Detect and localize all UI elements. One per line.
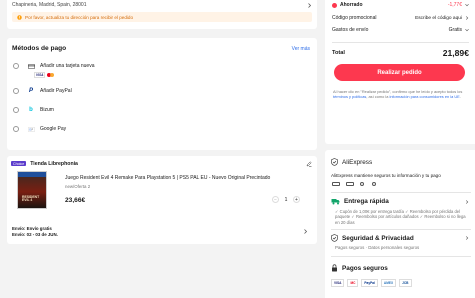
mastercard-icon <box>47 73 55 77</box>
chevron-right-icon[interactable] <box>302 228 308 234</box>
promo-placeholder[interactable]: Escribe el código aqui <box>415 16 462 21</box>
lock-icon <box>331 264 338 272</box>
place-order-button[interactable]: Realizar pedido <box>334 64 465 81</box>
promo-code-field[interactable]: Escribe el código aqui <box>415 16 469 21</box>
product-price: 23,66€ <box>65 197 86 204</box>
store-name[interactable]: Tienda Librephonia <box>30 161 78 167</box>
radio-button[interactable] <box>13 126 19 132</box>
payment-title: Métodos de pago <box>12 45 67 52</box>
promo-label: Código promocional <box>332 15 377 21</box>
payment-option-label: Google Pay <box>40 126 67 132</box>
quantity-stepper[interactable]: − 1 + <box>272 196 300 203</box>
chevron-down-icon[interactable] <box>464 28 469 33</box>
visa-logo: VISA <box>34 72 46 78</box>
plus-button[interactable]: + <box>293 196 300 203</box>
paypal-icon: P <box>28 88 33 94</box>
payment-badge: AMEX <box>380 279 397 287</box>
divider <box>331 229 471 230</box>
payment-badges: VISA MC PayPal AMEX JCB <box>331 279 412 287</box>
shipping-cost-value: Gratis <box>448 27 462 33</box>
security-title: Seguridad & Privacidad <box>342 234 414 242</box>
bizum-icon: b <box>29 107 33 113</box>
payment-option-paypal[interactable]: P Añadir PayPal <box>13 88 72 94</box>
shipping-free: Envío: Envío gratis <box>12 226 52 231</box>
radio-button[interactable] <box>13 107 19 113</box>
badge-icon <box>332 182 340 186</box>
radio-button[interactable] <box>13 88 19 94</box>
chevron-right-icon[interactable] <box>306 2 312 8</box>
badge-icon <box>360 182 364 186</box>
divider <box>331 192 471 193</box>
divider <box>331 256 471 257</box>
trust-tagline: AliExpress mantiene seguros tu informaci… <box>331 173 441 178</box>
radio-button[interactable] <box>13 63 19 69</box>
card-logos: VISA <box>34 72 55 78</box>
order-summary-card: Ahorrado -1,77€ Código promocional Escri… <box>325 0 475 144</box>
chevron-right-icon[interactable] <box>464 16 469 21</box>
chevron-right-icon[interactable] <box>464 236 469 241</box>
aliexpress-brand: AliExpress <box>342 158 373 166</box>
product-variant: new/Oferta 2 <box>65 184 91 189</box>
view-more-link[interactable]: Ver más <box>292 46 310 52</box>
payment-option-label: Bizum <box>40 107 54 113</box>
saved-icon <box>332 2 337 8</box>
payment-badge: JCB <box>399 279 412 287</box>
edit-note-icon[interactable] <box>305 160 312 167</box>
google-pay-icon: GP <box>27 126 35 132</box>
shipping-dates: Envío: 02 - 03 de JUN. <box>12 232 58 237</box>
store-card: Choice Tienda Librephonia RESIDENT EVIL … <box>7 156 317 244</box>
place-order-label: Realizar pedido <box>377 69 422 76</box>
delivery-title: Entrega rápida <box>344 198 389 205</box>
consumer-info-link[interactable]: información para consumidores en la UE <box>389 94 459 99</box>
credit-card-icon <box>27 63 35 69</box>
address-card: Chapineria, Madrid, Spain, 28001 Por fav… <box>7 0 317 29</box>
delivery-text: ✓ Cupón de 1,00€ por entrega tardía ✓ Re… <box>335 209 466 225</box>
saved-label: Ahorrado <box>340 2 363 8</box>
product-title[interactable]: Juego Resident Evil 4 Remake Para Playst… <box>65 175 310 182</box>
payment-badge: PayPal <box>361 279 378 287</box>
payment-option-label: Añadir una tarjeta nueva <box>40 63 95 69</box>
product-image[interactable]: RESIDENT EVIL 4 <box>17 171 47 209</box>
chevron-down-icon[interactable] <box>464 3 469 8</box>
badge-icon <box>346 182 354 186</box>
payments-title: Pagos seguros <box>342 264 388 272</box>
payment-option-bizum[interactable]: b Bizum <box>13 107 54 113</box>
payment-badge: MC <box>347 279 359 287</box>
payment-option-googlepay[interactable]: GP Google Pay <box>13 126 66 132</box>
total-value: 21,89€ <box>442 48 469 58</box>
badge-icon <box>372 182 376 186</box>
address-warning[interactable]: Por favor, actualiza tu dirección para r… <box>12 12 312 22</box>
payment-option-card[interactable]: Añadir una tarjeta nueva <box>13 63 94 69</box>
divider <box>332 42 469 43</box>
payment-badge: VISA <box>331 279 345 287</box>
chevron-right-icon[interactable] <box>464 199 469 204</box>
warning-icon <box>16 14 22 20</box>
shipping-cost-label: Gastos de envío <box>332 27 369 33</box>
payment-methods-card: Métodos de pago Ver más Añadir una tarje… <box>7 38 317 150</box>
trust-badges <box>332 182 376 186</box>
total-label: Total <box>332 50 345 56</box>
address-text: Chapineria, Madrid, Spain, 28001 <box>12 2 87 8</box>
minus-button[interactable]: − <box>272 196 279 203</box>
terms-link[interactable]: términos y políticas <box>333 94 366 99</box>
choice-badge: Choice <box>11 161 27 166</box>
saved-value: -1,77€ <box>447 2 462 8</box>
payment-option-label: Añadir PayPal <box>40 88 72 94</box>
warning-text: Por favor, actualiza tu dirección para r… <box>25 14 134 20</box>
legal-text: Al hacer clic en "Realizar pedido", conf… <box>333 89 463 99</box>
shield-icon <box>331 234 338 242</box>
security-text: Pagos seguros · Datos personales seguros <box>335 245 420 250</box>
shield-icon <box>331 158 338 166</box>
truck-icon <box>331 198 340 205</box>
trust-card: AliExpress AliExpress mantiene seguros t… <box>325 150 475 298</box>
quantity-value[interactable]: 1 <box>279 197 293 203</box>
